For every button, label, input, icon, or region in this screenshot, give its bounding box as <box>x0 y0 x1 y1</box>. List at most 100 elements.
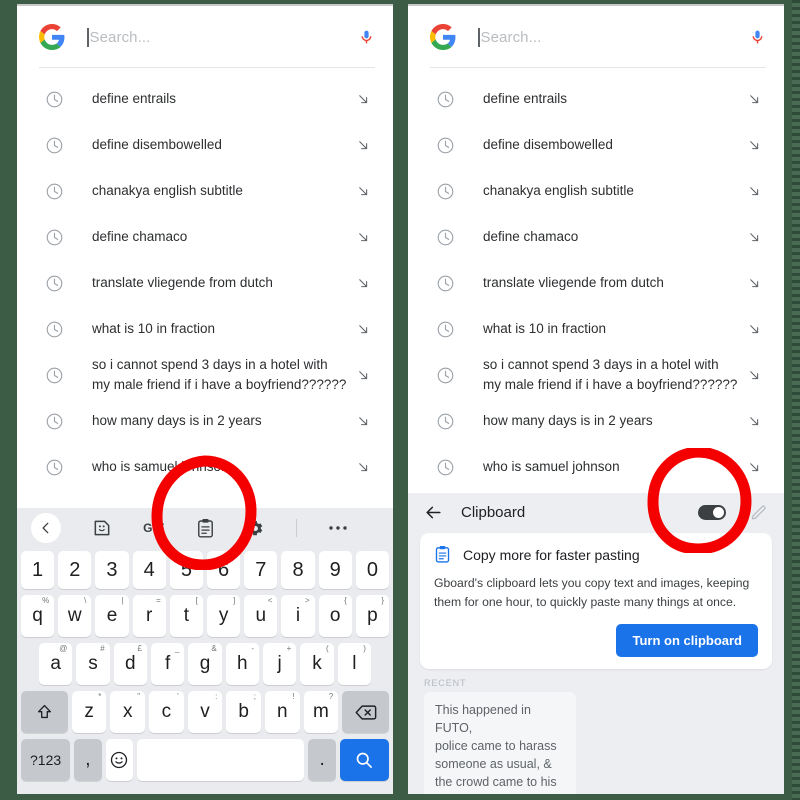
turn-on-clipboard-button[interactable]: Turn on clipboard <box>616 623 758 657</box>
list-item[interactable]: chanakya english subtitle <box>408 168 784 214</box>
key-i[interactable]: > i <box>281 595 315 637</box>
microphone-icon[interactable] <box>749 25 766 49</box>
list-item[interactable]: what is 10 in fraction <box>17 306 393 352</box>
toolbar-settings-button[interactable] <box>246 513 265 543</box>
list-item[interactable]: define entrails <box>408 76 784 122</box>
search-bar[interactable]: Search... <box>17 6 393 68</box>
list-item[interactable]: define disembowelled <box>17 122 393 168</box>
list-item[interactable]: who is samuel johnson <box>408 444 784 490</box>
arrow-up-left-icon[interactable] <box>747 368 762 383</box>
key-period[interactable]: . <box>308 739 336 781</box>
key-a[interactable]: @ a <box>39 643 73 685</box>
key-9[interactable]: 9 <box>318 551 352 589</box>
arrow-up-left-icon[interactable] <box>356 276 371 291</box>
list-item[interactable]: what is 10 in fraction <box>408 306 784 352</box>
arrow-up-left-icon[interactable] <box>356 92 371 107</box>
key-4[interactable]: 4 <box>132 551 166 589</box>
toolbar-sticker-button[interactable] <box>92 513 112 543</box>
key-v[interactable]: :v <box>187 691 223 733</box>
key-l[interactable]: ) l <box>337 643 371 685</box>
arrow-left-icon[interactable] <box>424 503 443 522</box>
key-0[interactable]: 0 <box>355 551 390 589</box>
key-1[interactable]: 1 <box>20 551 55 589</box>
key-p[interactable]: } p <box>355 595 390 637</box>
key-t[interactable]: [t <box>169 595 203 637</box>
arrow-up-left-icon[interactable] <box>747 276 762 291</box>
search-bar[interactable]: Search... <box>408 6 784 68</box>
clipboard-toggle[interactable] <box>698 504 726 520</box>
arrow-up-left-icon[interactable] <box>747 230 762 245</box>
arrow-up-left-icon[interactable] <box>747 322 762 337</box>
clock-icon <box>46 459 63 475</box>
list-item[interactable]: so i cannot spend 3 days in a hotel with… <box>17 352 393 398</box>
microphone-icon[interactable] <box>358 25 375 49</box>
key-8[interactable]: 8 <box>281 551 315 589</box>
toolbar-more-button[interactable] <box>328 513 348 543</box>
arrow-up-left-icon[interactable] <box>747 92 762 107</box>
arrow-up-left-icon[interactable] <box>356 414 371 429</box>
list-item[interactable]: define disembowelled <box>408 122 784 168</box>
key-shift[interactable] <box>21 691 68 733</box>
arrow-up-left-icon[interactable] <box>747 184 762 199</box>
arrow-up-left-icon[interactable] <box>356 138 371 153</box>
key-label: v <box>200 701 210 722</box>
list-item[interactable]: who is samuel johnson <box>17 444 393 490</box>
key-w[interactable]: \ w <box>58 595 92 637</box>
list-item[interactable]: translate vliegende from dutch <box>408 260 784 306</box>
key-d[interactable]: £ d <box>113 643 147 685</box>
list-item[interactable]: how many days is in 2 years <box>17 398 393 444</box>
key-6[interactable]: 6 <box>207 551 241 589</box>
key-z[interactable]: * z <box>71 691 107 733</box>
key-o[interactable]: {o <box>318 595 352 637</box>
key-g[interactable]: & g <box>188 643 222 685</box>
key-space[interactable] <box>136 739 305 781</box>
key-k[interactable]: (k <box>300 643 334 685</box>
list-item[interactable]: define chamaco <box>408 214 784 260</box>
key-emoji[interactable] <box>105 739 133 781</box>
key-h[interactable]: -h <box>225 643 259 685</box>
key-b[interactable]: ; b <box>226 691 261 733</box>
arrow-up-left-icon[interactable] <box>747 414 762 429</box>
arrow-up-left-icon[interactable] <box>356 368 371 383</box>
key-q[interactable]: % q <box>20 595 55 637</box>
key-alt: ) <box>363 644 366 653</box>
pencil-icon[interactable] <box>750 503 768 521</box>
arrow-up-left-icon[interactable] <box>356 230 371 245</box>
key-search-submit[interactable] <box>339 739 389 781</box>
key-r[interactable]: = r <box>132 595 166 637</box>
key-x[interactable]: " x <box>110 691 146 733</box>
key-u[interactable]: < u <box>244 595 278 637</box>
toolbar-gif-button[interactable]: GIF <box>143 513 165 543</box>
arrow-up-left-icon[interactable] <box>356 322 371 337</box>
key-2[interactable]: 2 <box>58 551 92 589</box>
key-backspace[interactable] <box>342 691 390 733</box>
key-f[interactable]: _ f <box>151 643 185 685</box>
key-y[interactable]: ] y <box>207 595 241 637</box>
key-e[interactable]: | e <box>95 595 129 637</box>
key-m[interactable]: ? m <box>303 691 339 733</box>
arrow-up-left-icon[interactable] <box>356 184 371 199</box>
list-item[interactable]: define chamaco <box>17 214 393 260</box>
key-c[interactable]: ' c <box>149 691 184 733</box>
list-item[interactable]: how many days is in 2 years <box>408 398 784 444</box>
arrow-up-left-icon[interactable] <box>356 460 371 475</box>
key-s[interactable]: # s <box>76 643 110 685</box>
key-n[interactable]: ! n <box>264 691 300 733</box>
list-item[interactable]: so i cannot spend 3 days in a hotel with… <box>408 352 784 398</box>
arrow-up-left-icon[interactable] <box>747 460 762 475</box>
list-item[interactable]: define entrails <box>17 76 393 122</box>
toolbar-back-button[interactable] <box>31 513 61 543</box>
list-item[interactable]: translate vliegende from dutch <box>17 260 393 306</box>
key-7[interactable]: 7 <box>244 551 278 589</box>
key-comma[interactable]: , <box>74 739 102 781</box>
key-j[interactable]: + j <box>262 643 297 685</box>
key-3[interactable]: 3 <box>95 551 129 589</box>
key-symbols[interactable]: ?123 <box>21 739 71 781</box>
key-5[interactable]: 5 <box>169 551 203 589</box>
toolbar-clipboard-button[interactable] <box>196 513 215 543</box>
clipboard-recent-item[interactable]: This happened in FUTO, police came to ha… <box>424 691 576 794</box>
search-input[interactable]: Search... <box>87 27 350 47</box>
list-item[interactable]: chanakya english subtitle <box>17 168 393 214</box>
arrow-up-left-icon[interactable] <box>747 138 762 153</box>
search-input[interactable]: Search... <box>478 27 741 47</box>
